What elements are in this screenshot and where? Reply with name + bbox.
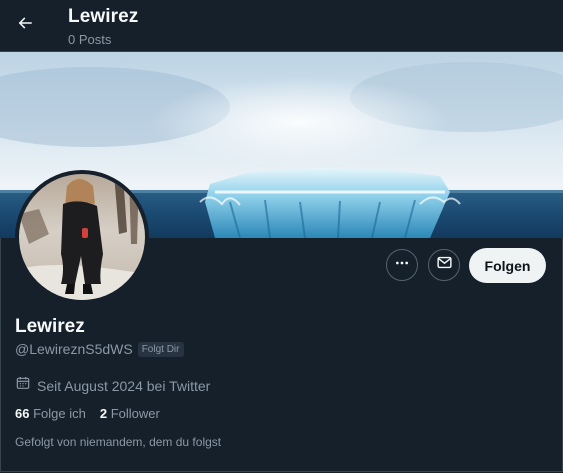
message-button[interactable]	[428, 249, 460, 281]
header-title: Lewirez	[68, 6, 139, 27]
followed-by-text: Gefolgt von niemandem, dem du folgst	[15, 435, 222, 449]
avatar[interactable]	[15, 170, 149, 304]
joined-date: Seit August 2024 bei Twitter	[37, 377, 211, 394]
profile-display-name: Lewirez	[15, 316, 85, 337]
back-button[interactable]	[10, 10, 40, 40]
joined-date-row: Seit August 2024 bei Twitter	[15, 375, 210, 396]
follow-button[interactable]: Folgen	[469, 248, 546, 283]
followers-count: 2	[99, 406, 108, 421]
followers-link[interactable]: 2 Follower	[100, 406, 160, 421]
envelope-icon	[436, 254, 453, 276]
calendar-icon	[15, 375, 31, 396]
header-post-count: 0 Posts	[68, 32, 112, 47]
profile-header: Lewirez 0 Posts	[0, 0, 563, 52]
following-count: 66	[15, 406, 30, 421]
following-link[interactable]: 66 Folge ich	[15, 406, 86, 421]
followers-label: Follower	[110, 406, 160, 421]
handle-row: @LewireznS5dWS Folgt Dir	[15, 341, 184, 357]
follow-stats: 66 Folge ich 2 Follower	[15, 406, 160, 421]
profile-handle: @LewireznS5dWS	[15, 341, 133, 357]
follows-you-badge: Folgt Dir	[137, 341, 184, 357]
following-label: Folge ich	[33, 406, 86, 421]
avatar-image	[19, 174, 145, 300]
arrow-left-icon	[16, 14, 34, 37]
more-horizontal-icon	[394, 255, 410, 276]
more-options-button[interactable]	[386, 249, 418, 281]
